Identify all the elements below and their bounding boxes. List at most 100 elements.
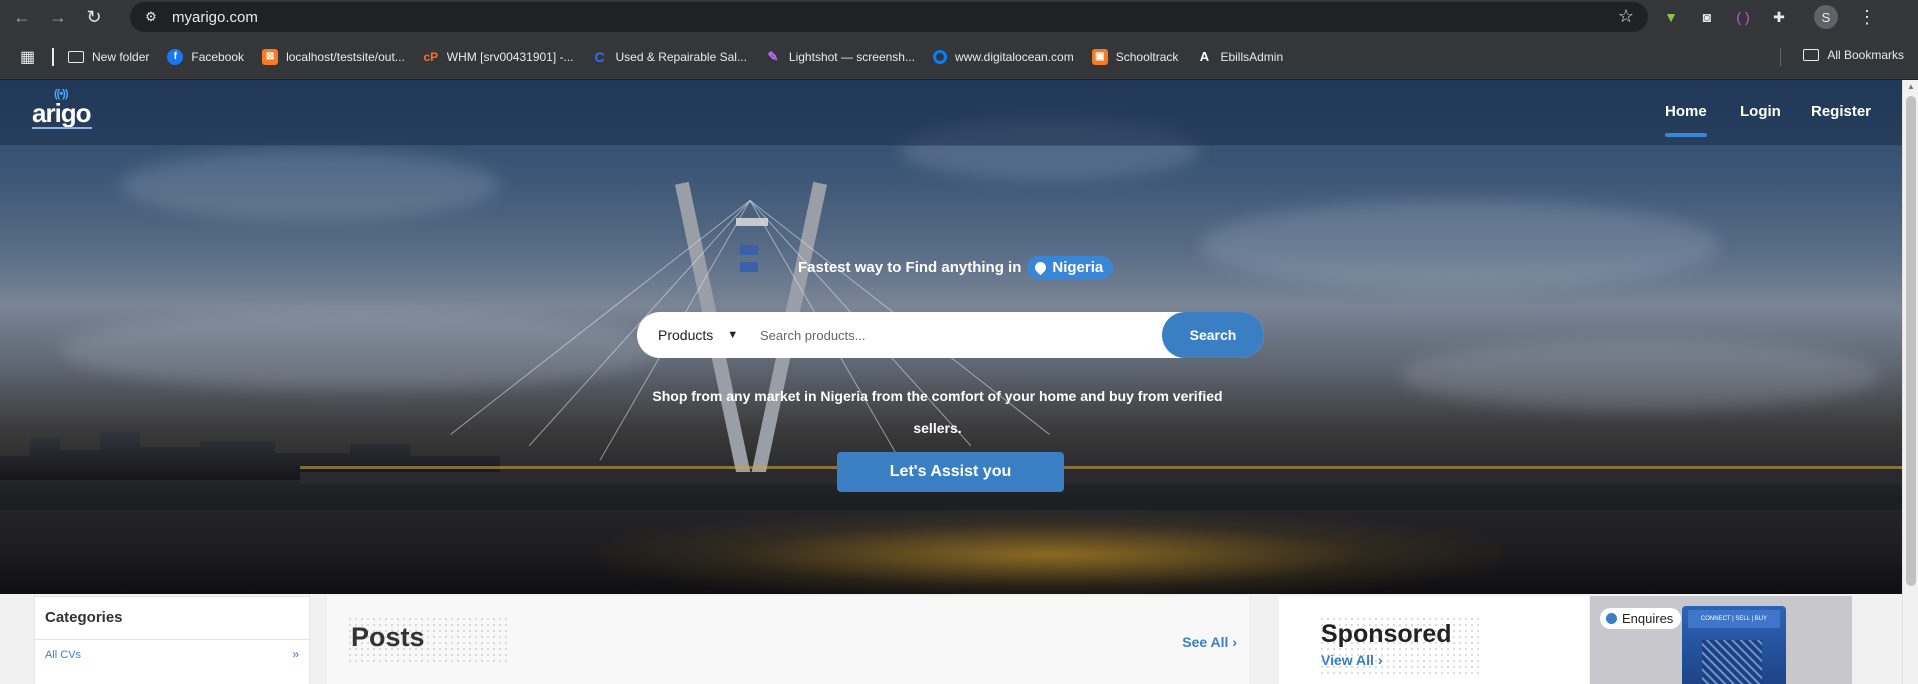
address-bar[interactable]: ⚙ myarigo.com ☆ <box>130 2 1648 32</box>
digitalocean-icon <box>933 49 947 64</box>
folder-icon <box>68 50 84 63</box>
logo-underline <box>32 127 92 129</box>
bookmark-label: localhost/testsite/out... <box>286 49 405 64</box>
nav-login[interactable]: Login <box>1740 103 1781 120</box>
search-button[interactable]: Search <box>1162 312 1264 358</box>
scroll-thumb[interactable] <box>1906 96 1916 586</box>
sponsored-section: Sponsored View All › <box>1279 596 1589 684</box>
bookmark-label: Lightshot — screensh... <box>788 49 915 64</box>
reload-icon[interactable]: ↻ <box>80 3 108 31</box>
browser-toolbar: ← → ↻ ⚙ myarigo.com ☆ ▼ ◙ ( ) ✚ S ⋮ <box>0 0 1918 34</box>
kiosk-image: CONNECT | SELL | BUY <box>1682 606 1786 684</box>
posts-section: Posts See All › <box>327 596 1249 684</box>
extensions-area: ▼ ◙ ( ) ✚ S ⋮ <box>1660 0 1876 34</box>
feather-icon: ✎ <box>767 48 779 64</box>
bookmark-facebook[interactable]: f Facebook <box>167 48 245 65</box>
site-header: ((•)) arigo Home Login Register <box>0 80 1902 146</box>
copart-icon: C <box>594 48 605 65</box>
enquires-dot-icon <box>1606 613 1617 624</box>
bridge-deck <box>300 472 1902 484</box>
site-settings-icon[interactable]: ⚙ <box>136 2 166 32</box>
nav-register[interactable]: Register <box>1811 103 1871 120</box>
bookmark-label: EbillsAdmin <box>1220 49 1284 64</box>
chevron-down-icon: ▼ <box>727 329 739 341</box>
chevron-right-icon: › <box>1377 652 1383 668</box>
assist-button[interactable]: Let's Assist you <box>837 452 1064 492</box>
all-bookmarks-label: All Bookmarks <box>1827 48 1904 62</box>
bookmark-ebillsadmin[interactable]: A EbillsAdmin <box>1196 49 1283 65</box>
browser-menu-icon[interactable]: ⋮ <box>1858 7 1876 28</box>
bookmark-star-icon[interactable]: ☆ <box>1618 6 1634 27</box>
categories-divider <box>35 639 309 640</box>
bridge-flag <box>740 262 758 272</box>
kiosk-window <box>1702 640 1762 684</box>
kiosk-sign: CONNECT | SELL | BUY <box>1688 610 1780 628</box>
bookmark-used-repairable[interactable]: C Used & Repairable Sal... <box>592 48 746 65</box>
code-extension-icon[interactable]: ( ) <box>1732 6 1754 28</box>
posts-title: Posts <box>351 622 425 652</box>
nav-home[interactable]: Home <box>1665 103 1707 137</box>
all-bookmarks-button[interactable]: All Bookmarks <box>1803 48 1904 62</box>
schooltrack-icon: ▣ <box>1091 48 1108 65</box>
site-logo[interactable]: ((•)) arigo <box>32 88 92 129</box>
bookmark-label: WHM [srv00431901] -... <box>446 49 574 64</box>
enquires-label: Enquires <box>1622 611 1674 626</box>
scroll-up-icon[interactable]: ▲ <box>1907 82 1915 91</box>
page-scrollbar[interactable]: ▲ <box>1902 80 1918 684</box>
bridge-flag <box>740 245 758 255</box>
bookmark-new-folder[interactable]: New folder <box>68 50 149 64</box>
back-icon[interactable]: ← <box>8 3 36 31</box>
folder-icon <box>1803 49 1820 61</box>
hero-light-reflection <box>600 510 1500 594</box>
wifi-icon: ((•)) <box>54 88 68 100</box>
search-category-select[interactable]: Products ▼ <box>658 327 752 343</box>
extensions-puzzle-icon[interactable]: ✚ <box>1768 6 1790 28</box>
see-all-link[interactable]: See All › <box>1182 634 1237 650</box>
hero-cloud <box>60 310 660 390</box>
bookmark-whm[interactable]: cP WHM [srv00431901] -... <box>423 49 574 65</box>
hero-description: Shop from any market in Nigeria from the… <box>652 388 1223 436</box>
see-all-label: See All <box>1182 634 1229 650</box>
apps-grid-icon[interactable]: ▦ <box>20 47 40 67</box>
xampp-icon: ⊠ <box>262 48 279 65</box>
hero-tagline: Fastest way to Find anything in Nigeria <box>798 256 1114 279</box>
location-text: Nigeria <box>1052 259 1104 276</box>
bookmark-localhost[interactable]: ⊠ localhost/testsite/out... <box>262 48 405 65</box>
bookmark-digitalocean[interactable]: www.digitalocean.com <box>933 49 1074 64</box>
bookmark-label: www.digitalocean.com <box>955 49 1074 64</box>
bookmark-schooltrack[interactable]: ▣ Schooltrack <box>1091 48 1179 65</box>
search-input[interactable] <box>760 327 1140 343</box>
logo-text: arigo <box>32 98 92 128</box>
page-viewport: ((•)) arigo Home Login Register Fastest … <box>0 80 1918 684</box>
forward-icon[interactable]: → <box>44 3 72 31</box>
bookmark-label: New folder <box>92 49 150 64</box>
bookmark-lightshot[interactable]: ✎ Lightshot — screensh... <box>765 49 915 65</box>
view-all-link[interactable]: View All › <box>1321 652 1382 668</box>
category-item-all-cvs[interactable]: All CVs <box>45 649 81 661</box>
bookmark-label: Facebook <box>191 49 245 64</box>
search-category-label: Products <box>658 327 714 343</box>
download-extension-icon[interactable]: ▼ <box>1660 6 1682 28</box>
search-bar: Products ▼ Search <box>637 312 1264 358</box>
url-text[interactable]: myarigo.com <box>172 9 258 26</box>
bookmarks-divider <box>52 47 54 66</box>
enquires-badge[interactable]: Enquires <box>1600 608 1682 629</box>
view-all-label: View All <box>1321 652 1374 668</box>
location-pin-icon <box>1033 259 1049 276</box>
sponsored-ad-card[interactable]: CONNECT | SELL | BUY Enquires <box>1590 596 1852 684</box>
sponsored-title: Sponsored <box>1321 620 1452 648</box>
hero-section: ((•)) arigo Home Login Register Fastest … <box>0 80 1902 594</box>
hero-cloud <box>1400 340 1880 410</box>
reader-extension-icon[interactable]: ◙ <box>1696 6 1718 28</box>
tagline-text: Fastest way to Find anything in <box>798 259 1022 276</box>
location-pill[interactable]: Nigeria <box>1027 256 1114 279</box>
chevron-right-icon: › <box>1232 634 1237 650</box>
category-arrow-icon: » <box>292 647 299 661</box>
profile-avatar[interactable]: S <box>1814 5 1838 29</box>
bookmark-label: Schooltrack <box>1115 49 1179 64</box>
page-content: Categories All CVs » Posts See All › Spo… <box>0 594 1902 684</box>
bookmarks-bar: ▦ New folder f Facebook ⊠ localhost/test… <box>0 34 1918 80</box>
ebills-icon: A <box>1199 49 1210 64</box>
hero-city-skyline <box>0 432 500 480</box>
hero-cloud <box>1200 200 1720 290</box>
